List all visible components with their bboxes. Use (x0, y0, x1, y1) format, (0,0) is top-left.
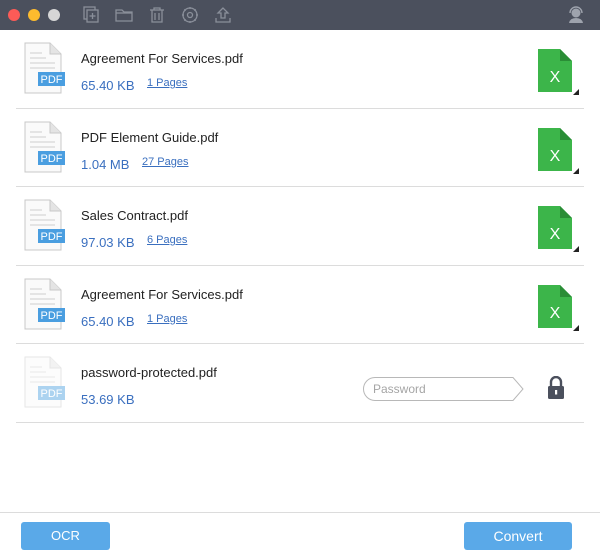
convert-button[interactable]: Convert (464, 522, 572, 550)
file-row[interactable]: PDF PDF Element Guide.pdf 1.04 MB 27 Pag… (16, 109, 584, 187)
upload-icon[interactable] (213, 5, 233, 25)
file-name: Agreement For Services.pdf (81, 51, 243, 66)
file-name: PDF Element Guide.pdf (81, 129, 219, 145)
excel-icon[interactable]: X (536, 205, 580, 253)
settings-icon[interactable] (180, 5, 200, 25)
pdf-badge-text: PDF (41, 74, 63, 86)
dropdown-corner-icon[interactable] (573, 167, 579, 174)
password-field[interactable] (363, 377, 528, 401)
file-name: password-protected.pdf (81, 365, 217, 380)
dropdown-corner-icon[interactable] (573, 89, 579, 95)
excel-badge-text: X (550, 305, 561, 322)
excel-icon[interactable]: X (536, 284, 580, 332)
file-row[interactable]: PDF Agreement For Services.pdf 65.40 KB … (16, 30, 584, 109)
pdf-file-icon: PDF (24, 356, 66, 408)
excel-badge-text: X (550, 69, 561, 86)
title-bar (0, 0, 600, 30)
pdf-badge-text: PDF (41, 310, 63, 322)
add-file-icon[interactable] (81, 5, 101, 25)
file-size: 65.40 KB (81, 78, 135, 93)
dropdown-corner-icon[interactable] (573, 324, 579, 331)
window-minimize-button[interactable] (28, 9, 40, 21)
password-input[interactable] (373, 380, 513, 398)
folder-icon[interactable] (114, 5, 134, 25)
page-range-link[interactable]: 6 Pages (147, 234, 187, 246)
dropdown-corner-icon[interactable] (573, 246, 579, 252)
file-row[interactable]: PDF password-protected.pdf 53.69 KB (16, 344, 584, 423)
pdf-badge-text: PDF (41, 153, 63, 165)
pdf-badge-text: PDF (41, 231, 63, 243)
file-size: 65.40 KB (81, 313, 135, 329)
footer-divider (0, 512, 600, 513)
window-close-button[interactable] (8, 9, 20, 21)
file-list: PDF Agreement For Services.pdf 65.40 KB … (16, 30, 584, 423)
page-range-link[interactable]: 1 Pages (147, 313, 187, 325)
headset-support-icon[interactable] (566, 5, 586, 25)
pdf-file-icon: PDF (24, 42, 66, 94)
pdf-file-icon: PDF (24, 199, 66, 251)
file-name: Agreement For Services.pdf (81, 286, 243, 302)
file-size: 97.03 KB (81, 235, 135, 250)
excel-icon[interactable]: X (536, 127, 580, 175)
lock-icon (547, 375, 565, 400)
excel-badge-text: X (550, 148, 561, 165)
file-size: 53.69 KB (81, 392, 135, 407)
file-row[interactable]: PDF Sales Contract.pdf 97.03 KB 6 Pages … (16, 187, 584, 266)
ocr-button[interactable]: OCR (21, 522, 110, 550)
pdf-badge-text: PDF (41, 388, 63, 400)
page-range-link[interactable]: 1 Pages (147, 77, 187, 89)
file-row[interactable]: PDF Agreement For Services.pdf 65.40 KB … (16, 266, 584, 344)
file-size: 1.04 MB (81, 156, 130, 172)
trash-icon[interactable] (147, 5, 167, 25)
excel-badge-text: X (550, 226, 561, 243)
file-name: Sales Contract.pdf (81, 208, 188, 223)
window-maximize-button[interactable] (48, 9, 60, 21)
pdf-file-icon: PDF (24, 121, 66, 173)
pdf-file-icon: PDF (24, 278, 66, 330)
excel-icon[interactable]: X (536, 48, 580, 96)
page-range-link[interactable]: 27 Pages (142, 156, 188, 168)
